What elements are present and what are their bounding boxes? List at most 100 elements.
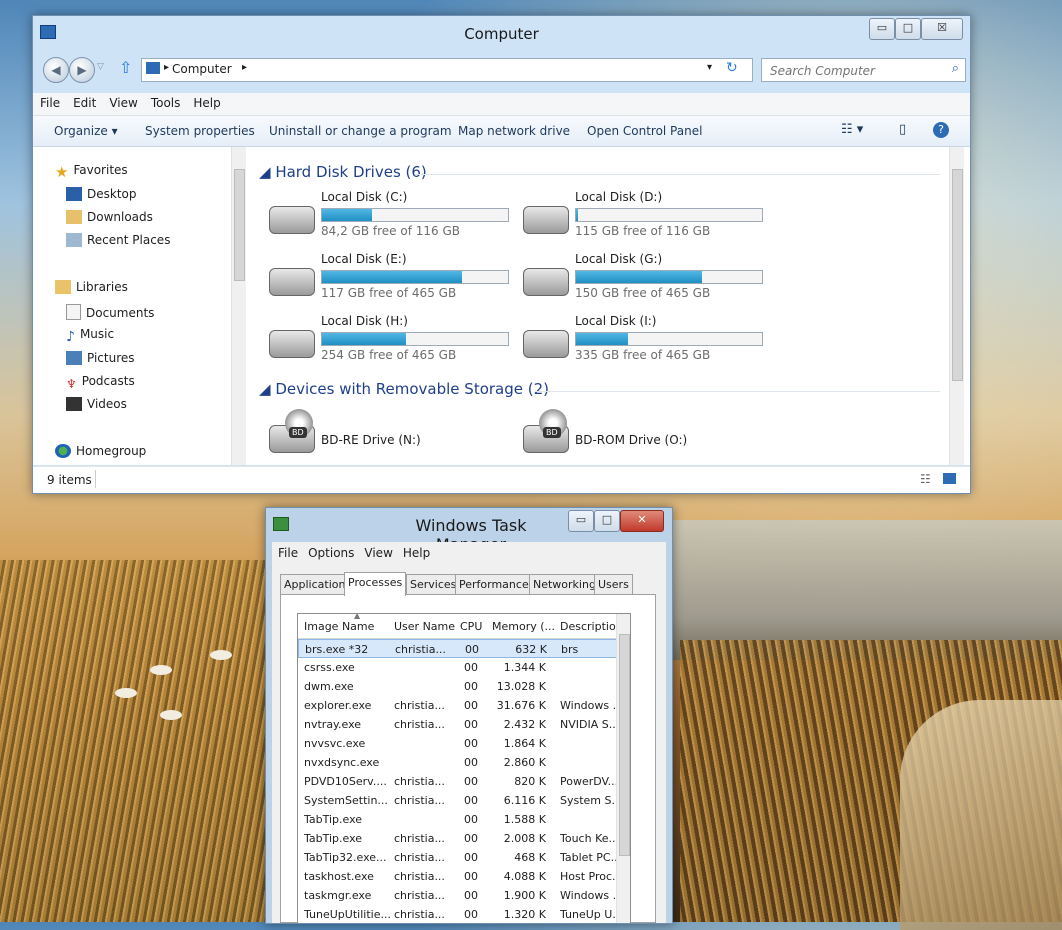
tab-services[interactable]: Services — [406, 574, 461, 595]
menu-help[interactable]: Help — [397, 542, 434, 560]
drive-item-o[interactable]: BD BD-ROM Drive (O:) — [523, 409, 773, 467]
menu-view[interactable]: View — [358, 542, 396, 560]
menu-file[interactable]: File — [272, 542, 302, 560]
table-row[interactable]: nvxdsync.exe 00 2.860 K — [298, 753, 630, 772]
table-row[interactable]: TabTip.exe 00 1.588 K — [298, 810, 630, 829]
table-row[interactable]: nvvsvc.exe 00 1.864 K — [298, 734, 630, 753]
cell-image-name: brs.exe *32 — [305, 643, 369, 656]
scrollbar-thumb[interactable] — [619, 634, 630, 856]
nav-recent-places[interactable]: Recent Places — [66, 233, 170, 247]
group-header-hard-disks[interactable]: ◢ Hard Disk Drives (6) — [259, 163, 427, 181]
refresh-icon[interactable]: ↻ — [726, 60, 738, 76]
forward-button[interactable]: ▶ — [69, 57, 95, 83]
table-row[interactable]: TabTip32.exe... christia... 00 468 K Tablet … — [298, 848, 630, 867]
group-header-removable[interactable]: ◢ Devices with Removable Storage (2) — [259, 380, 549, 398]
nav-favorites[interactable]: ★ Favorites — [55, 163, 128, 181]
content-scrollbar[interactable] — [949, 147, 964, 465]
menu-view[interactable]: View — [102, 93, 143, 110]
drive-item-c[interactable]: Local Disk (C:) 84,2 GB free of 116 GB — [269, 190, 519, 248]
map-network-drive-button[interactable]: Map network drive — [458, 124, 570, 138]
up-arrow-icon[interactable]: ⇧ — [119, 58, 132, 77]
table-row[interactable]: csrss.exe 00 1.344 K — [298, 658, 630, 677]
column-user-name[interactable]: User Name — [394, 620, 455, 633]
organize-button[interactable]: Organize ▾ — [54, 124, 118, 138]
close-button[interactable]: ✕ — [620, 510, 664, 532]
nav-videos[interactable]: Videos — [66, 397, 127, 411]
table-row[interactable]: nvtray.exe christia... 00 2.432 K NVIDIA S..… — [298, 715, 630, 734]
recent-pages-chevron-icon[interactable]: ▽ — [97, 62, 104, 72]
tab-users[interactable]: Users — [594, 574, 633, 595]
menu-options[interactable]: Options — [302, 542, 358, 560]
drive-item-n[interactable]: BD BD-RE Drive (N:) — [269, 409, 519, 467]
preview-pane-icon[interactable]: ▯ — [899, 122, 906, 137]
address-dropdown-icon[interactable]: ▾ — [707, 62, 712, 73]
breadcrumb-arrow-icon[interactable]: ▸ — [164, 62, 169, 73]
open-control-panel-button[interactable]: Open Control Panel — [587, 124, 702, 138]
menu-edit[interactable]: Edit — [66, 93, 102, 110]
table-row[interactable]: TuneUpUtilitie... christia... 00 1.320 K Tun… — [298, 905, 630, 923]
system-properties-button[interactable]: System properties — [145, 124, 255, 138]
table-row[interactable]: explorer.exe christia... 00 31.676 K Windows… — [298, 696, 630, 715]
table-row[interactable]: dwm.exe 00 13.028 K — [298, 677, 630, 696]
bd-badge: BD — [289, 427, 307, 438]
menu-help[interactable]: Help — [186, 93, 226, 110]
uninstall-program-button[interactable]: Uninstall or change a program — [269, 124, 452, 138]
downloads-icon — [66, 210, 82, 224]
minimize-button[interactable]: ▭ — [568, 510, 594, 532]
cell-image-name: nvvsvc.exe — [304, 737, 366, 750]
change-view-icon[interactable]: ☷ ▾ — [841, 122, 863, 137]
menu-file[interactable]: File — [33, 93, 66, 110]
table-row[interactable]: taskhost.exe christia... 00 4.088 K Host Pro… — [298, 867, 630, 886]
nav-homegroup[interactable]: Homegroup — [55, 444, 146, 458]
cell-description: Windows ... — [560, 889, 616, 902]
maximize-button[interactable]: □ — [895, 18, 921, 40]
drive-item-g[interactable]: Local Disk (G:) 150 GB free of 465 GB — [523, 252, 773, 310]
table-row[interactable]: TabTip.exe christia... 00 2.008 K Touch Ke..… — [298, 829, 630, 848]
drive-item-i[interactable]: Local Disk (I:) 335 GB free of 465 GB — [523, 314, 773, 372]
table-row[interactable]: taskmgr.exe christia... 00 1.900 K Windows .… — [298, 886, 630, 905]
tab-networking[interactable]: Networking — [529, 574, 600, 595]
details-view-icon[interactable]: ☷ — [920, 472, 931, 486]
scrollbar-thumb[interactable] — [234, 169, 245, 281]
explorer-titlebar[interactable]: Computer ▭ □ ☒ — [33, 16, 970, 50]
taskmgr-menu-bar: File Options View Help — [272, 542, 666, 564]
help-icon[interactable]: ? — [933, 122, 949, 138]
tab-performance[interactable]: Performance — [455, 574, 533, 595]
nav-downloads[interactable]: Downloads — [66, 210, 153, 224]
search-input[interactable] — [768, 61, 942, 81]
task-manager-icon[interactable] — [273, 517, 289, 531]
table-row[interactable]: SystemSettin... christia... 00 6.116 K Syste… — [298, 791, 630, 810]
drive-item-e[interactable]: Local Disk (E:) 117 GB free of 465 GB — [269, 252, 519, 310]
maximize-button[interactable]: □ — [594, 510, 620, 532]
nav-libraries[interactable]: Libraries — [55, 280, 128, 294]
nav-desktop[interactable]: Desktop — [66, 187, 137, 201]
recent-places-icon — [66, 233, 82, 247]
nav-documents[interactable]: Documents — [66, 304, 154, 320]
nav-podcasts[interactable]: ♆ Podcasts — [66, 374, 135, 391]
column-description[interactable]: Description — [560, 620, 623, 633]
menu-tools[interactable]: Tools — [144, 93, 187, 110]
minimize-button[interactable]: ▭ — [869, 18, 895, 40]
close-button[interactable]: ☒ — [921, 18, 963, 40]
drive-item-d[interactable]: Local Disk (D:) 115 GB free of 116 GB — [523, 190, 773, 248]
drive-item-h[interactable]: Local Disk (H:) 254 GB free of 465 GB — [269, 314, 519, 372]
back-button[interactable]: ◀ — [43, 57, 69, 83]
tab-processes[interactable]: Processes — [344, 572, 407, 596]
search-icon[interactable]: ⌕ — [952, 61, 959, 76]
address-bar[interactable]: ▸ Computer ▸ ▾ ↻ — [141, 58, 753, 82]
nav-music[interactable]: ♪ Music — [66, 327, 114, 345]
table-row[interactable]: brs.exe *32 christia... 00 632 K brs — [298, 639, 630, 658]
process-scrollbar[interactable] — [616, 614, 630, 923]
nav-scrollbar[interactable] — [231, 147, 246, 465]
taskmgr-titlebar[interactable]: Windows Task Manager ▭ □ ✕ — [266, 508, 672, 554]
table-row[interactable]: PDVD10Serv.... christia... 00 820 K PowerDV.… — [298, 772, 630, 791]
cell-user-name: christia... — [394, 889, 445, 902]
breadcrumb-arrow-icon[interactable]: ▸ — [242, 62, 247, 73]
scrollbar-thumb[interactable] — [952, 169, 963, 381]
column-image-name[interactable]: Image Name — [304, 620, 374, 633]
large-icons-view-icon[interactable] — [943, 473, 956, 484]
column-cpu[interactable]: CPU — [460, 620, 482, 633]
column-memory[interactable]: Memory (... — [492, 620, 555, 633]
breadcrumb[interactable]: Computer — [172, 62, 232, 76]
nav-pictures[interactable]: Pictures — [66, 351, 135, 365]
